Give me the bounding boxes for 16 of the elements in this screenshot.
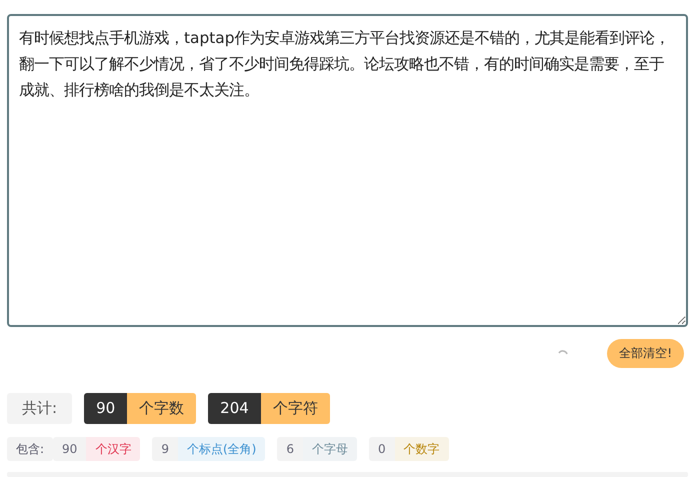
total-count: 204 [208,393,261,424]
breakdown-unit: 个汉字 [86,437,140,461]
breakdown-count: 90 [53,437,86,461]
total-unit: 个字数 [127,393,196,424]
breakdown-count: 9 [152,437,178,461]
clear-all-button[interactable]: 全部清空! [607,339,684,368]
breakdown-unit: 个数字 [394,437,449,461]
total-label: 共计: [7,393,72,424]
breakdown-count: 0 [368,437,395,461]
breakdown-label: 包含: [7,437,54,461]
total-unit: 个字符 [260,393,330,424]
total-count: 90 [84,393,128,424]
breakdown-unit: 个标点(全角) [178,437,266,461]
breakdown-count: 6 [277,437,303,461]
text-input-field[interactable]: 有时候想找点手机游戏，taptap作为安卓游戏第三方平台找资源还是不错的，尤其是能看到评论，翻一下可以了解不少情况，省了不少时间免得踩坑。论坛攻略也不错，有的时间确实是需要，至于成就、排行榜啥的我倒是不太关注。 [7,14,688,327]
breakdown-unit: 个字母 [302,437,357,461]
